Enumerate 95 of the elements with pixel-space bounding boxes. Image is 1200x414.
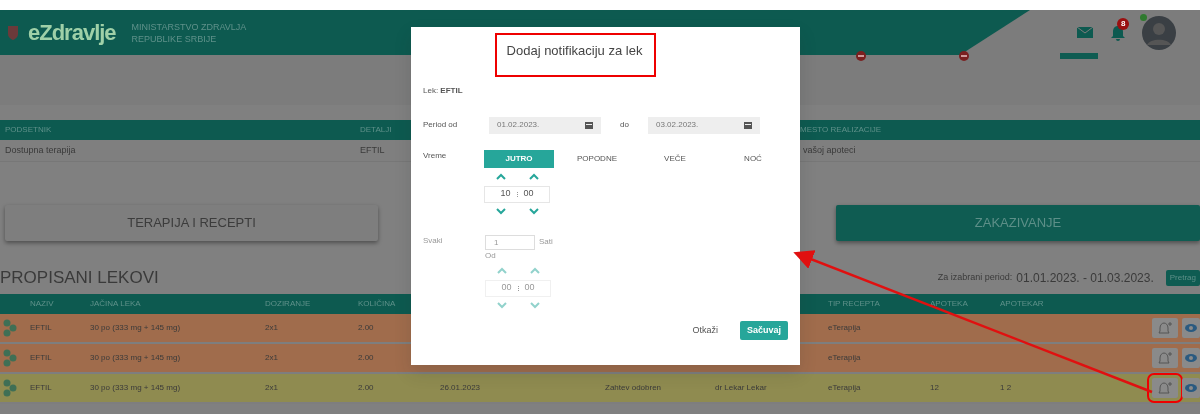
pill-icon [3,349,17,367]
notification-badge: 8 [1117,17,1130,30]
bell-plus-icon [1157,321,1173,335]
table-cell-text: eTerapija [827,352,862,364]
ministry-name: REPUBLIKE SRBIJE [131,32,218,45]
column-header: JAČINA LEKA [89,298,142,310]
time-of-day-tab[interactable]: VEČE [640,149,710,168]
minutes-value: 00 [524,281,535,295]
column-header: DOZIRANJE [264,298,312,310]
field-label: do [619,119,630,131]
bell-plus-icon [1157,381,1173,395]
tile-button[interactable]: ZAKAZIVANJE [836,205,1200,241]
down-arrow-button[interactable] [493,206,508,217]
column-header: NAZIV [29,298,55,310]
chevron-down-icon [495,208,506,215]
table-cell-text: EFTIL [29,322,53,334]
ministry-name: MINISTARSTVO ZDRAVLJA [131,20,247,33]
field-label: Period od [423,119,459,131]
period-label: Za izabrani period: [937,271,1013,285]
field-label: Od [485,249,497,262]
calendar-icon[interactable] [585,120,593,130]
table-cell-text: 12 [929,382,940,394]
chevron-down-icon [529,302,540,309]
save-button[interactable]: Sačuvaj [739,320,788,340]
table-cell-text: EFTIL [29,352,53,364]
circle-icon [958,50,970,62]
table-cell-text: 26.01.2023 [439,382,482,394]
view-button[interactable] [1182,348,1200,368]
eye-icon [1184,323,1198,333]
table-cell-text: eTerapija [827,382,862,394]
chevron-up-icon [496,267,507,274]
table-cell-text: 2x1 [264,382,279,394]
eye-icon [1184,353,1198,363]
circle-icon [855,50,867,62]
column-header: APOTEKA [929,298,969,310]
column-header: PODSETNIK [5,124,52,136]
status-bar [1060,53,1098,59]
table-cell-text: EFTIL [360,143,385,157]
hours-value: 00 [501,281,512,295]
table-cell-text: Zahtev odobren [604,382,663,394]
table-cell-text: Dostupna terapija [5,143,76,157]
notification-button[interactable] [1152,318,1178,338]
unit-label: Sati [539,236,553,248]
table-cell-text: dr Lekar Lekar [714,382,768,394]
time-field[interactable]: 10 00 [484,185,550,203]
drug-label: Lek: EFTIL [423,84,464,97]
view-button[interactable] [1182,378,1200,398]
field-label: Svaki [423,234,444,247]
hours-value: 10 [500,187,511,201]
column-header: DETALJI [360,124,392,136]
date-field[interactable]: 03.02.2023. [648,116,760,134]
time-of-day-tab[interactable]: POPODNE [562,149,632,168]
table-cell-text: EFTIL [29,382,53,394]
column-header: APOTEKAR [999,298,1045,310]
bell-icon[interactable] [1110,23,1126,42]
section-title: PROPISANI LEKOVI [0,267,159,290]
table-cell-text: 30 po (333 mg + 145 mg) [89,352,182,364]
view-button[interactable] [1182,318,1200,338]
eye-icon [1184,383,1198,393]
logo: eZdravlje [28,19,116,47]
period-value: 01.01.2023. - 01.03.2023. [1016,270,1154,287]
calendar-icon[interactable] [744,120,752,130]
table-cell-text: eTerapija [827,322,862,334]
table-cell-text: 2x1 [264,322,279,334]
modal-title: Dodaj notifikaciju za lek [494,33,657,77]
cancel-button[interactable]: Otkaži [686,322,724,338]
chevron-up-icon [529,267,540,274]
mail-icon[interactable] [1076,26,1094,39]
table-cell-text: 2.00 [357,322,375,334]
notification-button[interactable] [1152,348,1178,368]
table-cell-text: 30 po (333 mg + 145 mg) [89,382,182,394]
chevron-up-icon [528,173,539,180]
minutes-value: 00 [523,187,534,201]
column-header: TIP RECEPTA [827,298,881,310]
chevron-up-icon [495,173,506,180]
table-cell-text: 2x1 [264,352,279,364]
field-label: Vreme [423,149,448,162]
table-cell-text: 1 2 [999,382,1013,394]
search-button[interactable]: Pretrag [1165,270,1200,286]
chevron-down-icon [528,208,539,215]
chevron-down-icon [496,302,507,309]
column-header: KOLIČINA [357,298,397,310]
bell-plus-icon [1157,351,1173,365]
table-cell-text: 2.00 [357,352,375,364]
table-cell-text: vašoj apoteci [803,143,856,157]
date-field[interactable]: 01.02.2023. [489,116,601,134]
pill-icon [3,319,17,337]
time-of-day-tab[interactable]: JUTRO [484,149,554,168]
table-cell-text: 2.00 [357,382,375,394]
time-of-day-tab[interactable]: NOĆ [718,149,788,168]
down-arrow-button[interactable] [526,206,541,217]
table-cell-text: 30 po (333 mg + 145 mg) [89,322,182,334]
pill-icon [3,379,17,397]
avatar-icon[interactable] [1142,15,1176,50]
column-header: MESTO REALIZACIJE [800,124,882,136]
